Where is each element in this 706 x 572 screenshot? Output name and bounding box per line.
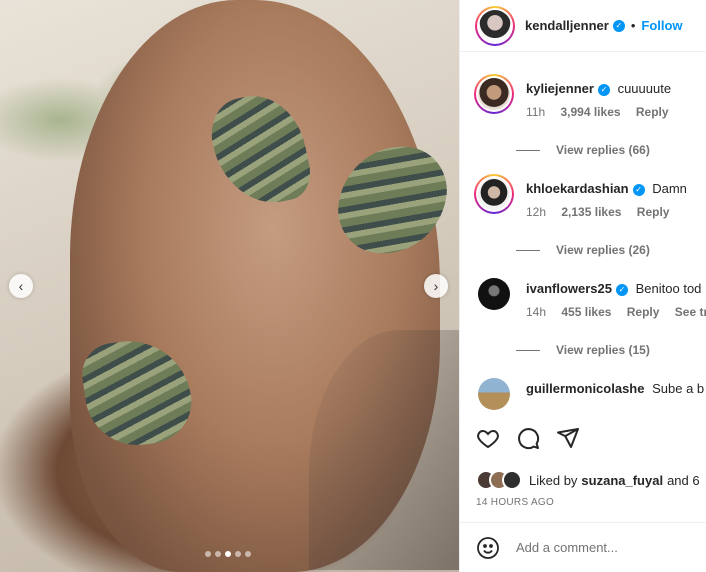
paper-plane-icon[interactable] [556,426,580,450]
post-header: kendalljenner ✓ • Follow [460,0,706,52]
comment-likes[interactable]: 3,994 likes [560,105,620,119]
comment-input[interactable]: Add a comment... [516,540,618,555]
verified-badge-icon: ✓ [632,183,645,196]
view-replies-button[interactable]: View replies (15) [516,343,650,357]
comment-username[interactable]: khloekardashian [526,181,629,196]
emoji-icon[interactable] [476,536,500,560]
verified-badge-icon: ✓ [597,83,610,96]
comments-list[interactable]: kyliejenner ✓ cuuuuute 11h 3,994 likes Re… [460,53,706,413]
comment-age[interactable]: 12h [526,205,546,219]
carousel-dot [245,551,251,557]
avatar[interactable] [474,374,514,413]
liked-by-prefix: Liked by [529,472,578,488]
author-username[interactable]: kendalljenner [525,18,609,33]
view-replies-button[interactable]: View replies (66) [516,143,650,157]
carousel-next-button[interactable]: › [424,274,448,298]
view-replies-label: View replies (66) [556,143,650,157]
reply-button[interactable]: Reply [627,305,660,319]
comment-likes[interactable]: 455 likes [561,305,611,319]
chevron-right-icon: › [433,278,439,294]
liked-by-suffix[interactable]: and 6 [667,473,700,488]
follow-button[interactable]: Follow [641,18,682,33]
comment-likes[interactable]: 2,135 likes [561,205,621,219]
comment-text: Benitoo tod [635,281,702,296]
carousel-dot [235,551,241,557]
liked-by: Liked by suzana_fuyal and 6 [476,470,700,490]
header-separator: • [630,18,636,33]
comment-username[interactable]: kyliejenner [526,81,594,96]
divider [516,249,540,251]
view-replies-button[interactable]: View replies (26) [516,243,650,257]
comment-age[interactable]: 11h [526,105,545,119]
avatar [502,470,522,490]
comment-age[interactable]: 14h [526,305,546,319]
heart-icon[interactable] [476,426,500,450]
chevron-left-icon: ‹ [18,278,24,294]
avatar[interactable] [474,174,514,214]
reply-button[interactable]: Reply [636,105,669,119]
verified-badge-icon: ✓ [616,283,628,296]
comment-bubble-icon[interactable] [516,426,540,450]
comment-text: cuuuuute [617,81,672,96]
see-translation-button[interactable]: See trans [675,305,706,319]
reply-button[interactable]: Reply [637,205,670,219]
view-replies-label: View replies (26) [556,243,650,257]
carousel-dot-active [225,551,231,557]
post-side-panel: kendalljenner ✓ • Follow kyliejenner ✓ cu… [459,0,706,572]
verified-badge-icon: ✓ [612,19,625,32]
avatar[interactable] [474,274,514,314]
view-replies-label: View replies (15) [556,343,650,357]
carousel-dot [215,551,221,557]
liker-avatars[interactable] [476,470,522,490]
post-actions [476,426,580,450]
post-photo[interactable]: ‹ › [0,0,459,572]
comment-text: Sube a b [652,381,705,396]
avatar[interactable] [474,74,514,114]
post-timestamp[interactable]: 14 HOURS AGO [476,497,554,508]
comment-text: Damn [652,181,687,196]
carousel-dot [205,551,211,557]
comment-username[interactable]: guillermonicolashe [526,381,644,396]
carousel-indicator [205,551,251,557]
avatar[interactable] [475,5,515,46]
liked-by-user[interactable]: suzana_fuyal [581,473,663,488]
carousel-prev-button[interactable]: ‹ [9,274,33,298]
divider [516,149,540,151]
comment-composer: Add a comment... [460,522,706,572]
comment-username[interactable]: ivanflowers25 [526,281,612,296]
divider [516,349,540,351]
